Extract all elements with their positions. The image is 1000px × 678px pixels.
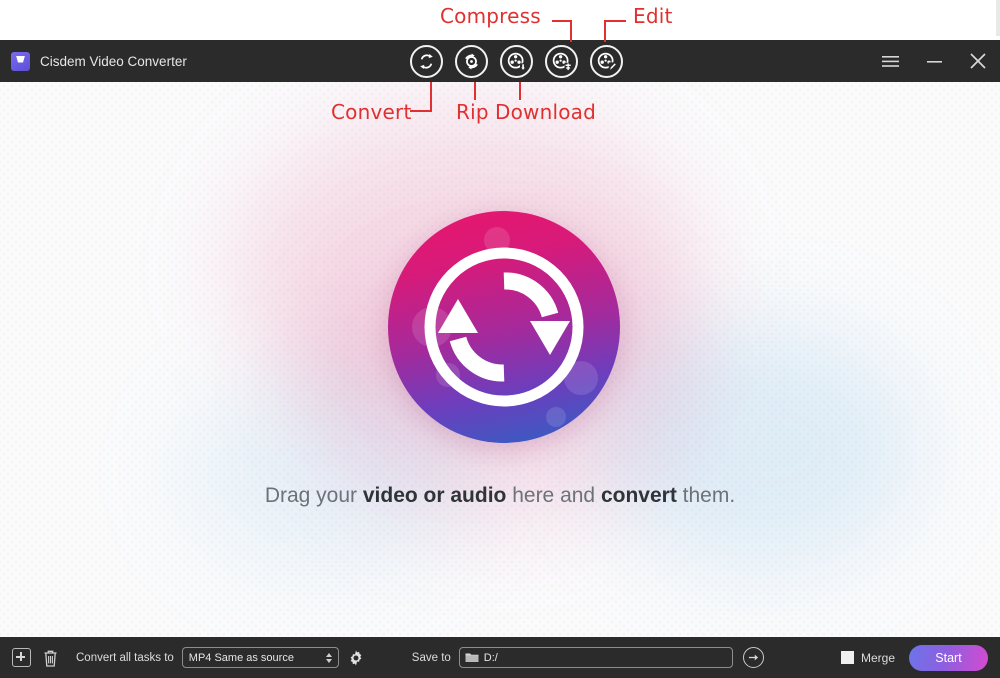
toolbar-rip-button[interactable] xyxy=(455,44,488,78)
convert-logo xyxy=(388,211,620,443)
toolbar xyxy=(410,40,623,82)
minimize-button[interactable] xyxy=(912,40,956,82)
drop-instruction-text: Drag your video or audio here and conver… xyxy=(0,484,1000,508)
close-icon xyxy=(970,53,986,69)
annotation-label-edit: Edit xyxy=(633,4,673,28)
merge-checkbox[interactable]: Merge xyxy=(840,650,895,665)
save-to-label: Save to xyxy=(411,651,451,664)
close-button[interactable] xyxy=(956,40,1000,82)
menu-button[interactable] xyxy=(868,40,912,82)
annotation-leader-compress-h xyxy=(552,20,572,22)
screen-edge-sliver xyxy=(996,0,1000,36)
output-format-value: MP4 Same as source xyxy=(188,651,294,664)
drop-area[interactable]: Drag your video or audio here and conver… xyxy=(0,82,1000,637)
drop-text-part-3: them. xyxy=(676,484,736,507)
annotation-leader-download-v xyxy=(519,82,521,100)
window-controls xyxy=(868,40,1000,82)
format-settings-button[interactable] xyxy=(348,649,364,666)
open-save-folder-button[interactable] xyxy=(742,647,764,668)
plus-icon xyxy=(12,648,31,667)
merge-checkbox-box[interactable] xyxy=(840,651,854,664)
convert-circular-arrows-logo xyxy=(424,247,584,407)
cisdem-logo-icon xyxy=(11,51,30,71)
toolbar-download-button[interactable] xyxy=(500,44,533,78)
drop-text-part-1: Drag your xyxy=(264,484,363,507)
arrow-right-icon xyxy=(748,654,758,661)
trash-icon xyxy=(44,650,57,667)
delete-file-button[interactable] xyxy=(41,648,60,667)
background-wash-blue xyxy=(600,322,920,572)
annotation-leader-convert-v xyxy=(430,82,432,112)
compress-film-reel-icon xyxy=(552,52,572,71)
merge-label: Merge xyxy=(860,650,895,665)
annotation-leader-rip-v xyxy=(474,82,476,100)
rip-disc-arrows-icon xyxy=(465,52,478,70)
annotation-leader-edit-v xyxy=(604,20,606,42)
convert-circular-arrows-icon xyxy=(420,53,433,69)
add-file-button[interactable] xyxy=(12,648,31,667)
chevron-updown-icon xyxy=(325,652,332,663)
title-bar: Cisdem Video Converter xyxy=(0,40,1000,82)
download-film-reel-icon xyxy=(507,52,527,70)
annotation-leader-compress-v xyxy=(570,20,572,42)
toolbar-edit-button[interactable] xyxy=(590,44,623,78)
app-title: Cisdem Video Converter xyxy=(40,53,187,69)
annotation-leader-edit-h xyxy=(604,20,626,22)
toolbar-convert-button[interactable] xyxy=(410,44,443,78)
start-button[interactable]: Start xyxy=(909,644,988,671)
convert-all-label: Convert all tasks to xyxy=(76,651,174,664)
gear-icon xyxy=(350,649,362,666)
edit-film-reel-icon xyxy=(597,52,617,71)
toolbar-compress-button[interactable] xyxy=(545,44,578,78)
output-format-select[interactable]: MP4 Same as source xyxy=(181,647,339,668)
bottom-toolbar: Convert all tasks to MP4 Same as source … xyxy=(0,637,1000,678)
annotation-label-rip: Rip xyxy=(456,100,489,124)
drop-text-bold-2: convert xyxy=(600,484,677,507)
annotation-label-download: Download xyxy=(495,100,597,124)
drop-text-part-2: here and xyxy=(506,484,601,507)
annotation-label-convert: Convert xyxy=(331,100,412,124)
annotation-leader-convert-h xyxy=(410,110,432,112)
app-window: Compress Edit Convert Rip Download Cisde… xyxy=(0,0,1000,678)
folder-icon xyxy=(465,652,479,663)
save-path-input[interactable]: D:/ xyxy=(458,647,733,668)
hamburger-menu-icon xyxy=(881,55,899,67)
save-path-value: D:/ xyxy=(483,651,498,664)
drop-text-bold-1: video or audio xyxy=(362,484,507,507)
annotation-label-compress: Compress xyxy=(440,4,541,28)
minimize-icon xyxy=(926,60,942,63)
